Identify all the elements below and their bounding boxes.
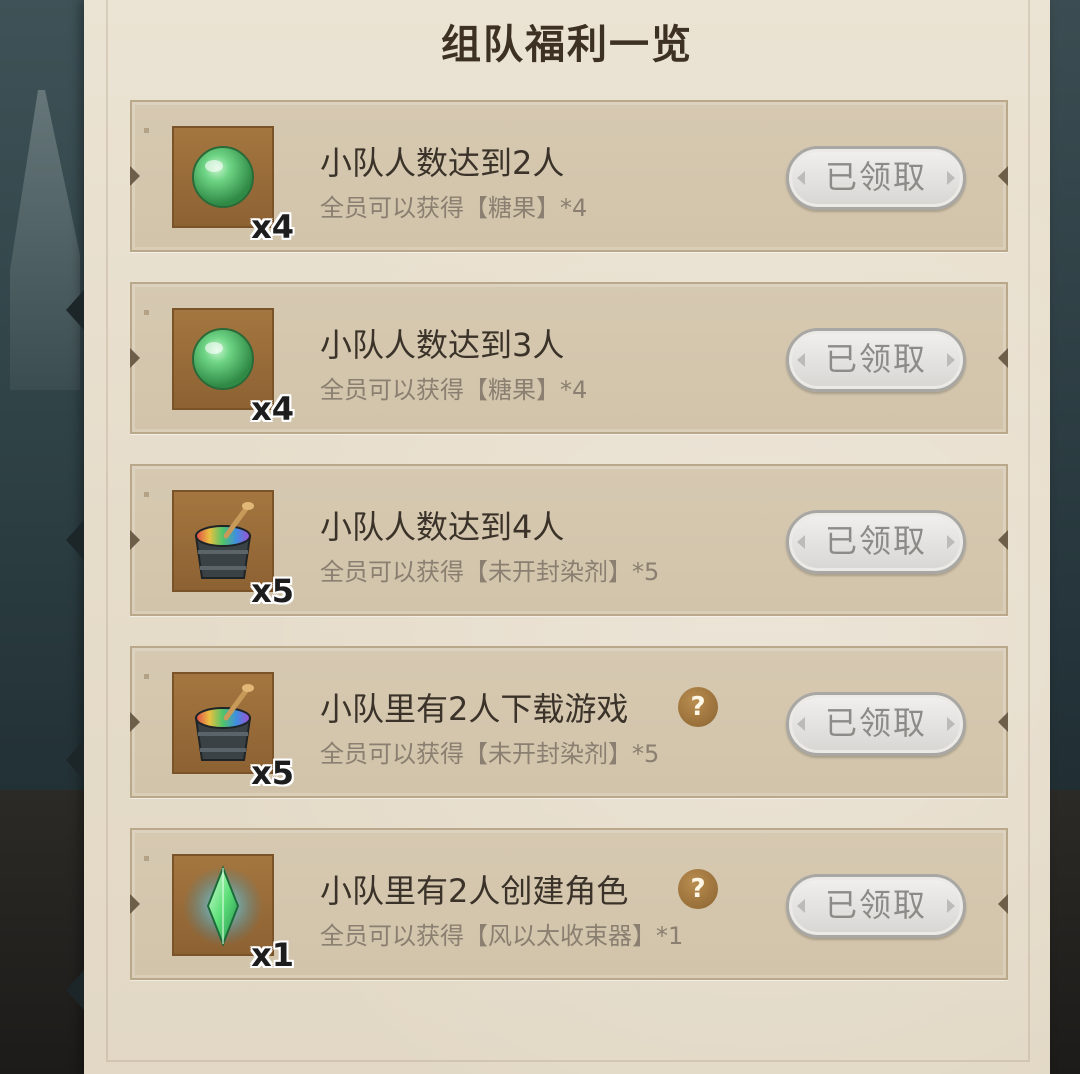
reward-item-slot[interactable]: x4 bbox=[172, 126, 294, 246]
task-description: 全员可以获得【未开封染剂】*5 bbox=[320, 740, 660, 768]
task-title: 小队人数达到4人 bbox=[320, 508, 565, 546]
reward-row: x5 小队里有2人下载游戏 ? 全员可以获得【未开封染剂】*5 已领取 bbox=[130, 646, 1008, 798]
reward-item-slot[interactable]: x5 bbox=[172, 672, 294, 792]
corner-dot bbox=[144, 128, 149, 133]
reward-row: x4 小队人数达到2人 全员可以获得【糖果】*4 已领取 bbox=[130, 100, 1008, 252]
item-quantity: x4 bbox=[251, 208, 294, 246]
item-quantity: x1 bbox=[251, 936, 294, 974]
item-quantity: x4 bbox=[251, 390, 294, 428]
reward-item-slot[interactable]: x5 bbox=[172, 490, 294, 610]
claimed-button[interactable]: 已领取 bbox=[786, 146, 966, 210]
item-quantity: x5 bbox=[251, 754, 294, 792]
corner-dot bbox=[144, 856, 149, 861]
corner-dot bbox=[144, 674, 149, 679]
claimed-button[interactable]: 已领取 bbox=[786, 510, 966, 574]
reward-row: x5 小队人数达到4人 全员可以获得【未开封染剂】*5 已领取 bbox=[130, 464, 1008, 616]
task-title: 小队人数达到2人 bbox=[320, 144, 565, 182]
reward-item-slot[interactable]: x1 bbox=[172, 854, 294, 974]
reward-row: x1 小队里有2人创建角色 ? 全员可以获得【风以太收束器】*1 已领取 bbox=[130, 828, 1008, 980]
task-description: 全员可以获得【糖果】*4 bbox=[320, 194, 588, 222]
reward-row: x4 小队人数达到3人 全员可以获得【糖果】*4 已领取 bbox=[130, 282, 1008, 434]
task-description: 全员可以获得【风以太收束器】*1 bbox=[320, 922, 684, 950]
corner-dot bbox=[144, 310, 149, 315]
ship-mast-silhouette bbox=[10, 90, 80, 390]
claimed-button[interactable]: 已领取 bbox=[786, 328, 966, 392]
claimed-button[interactable]: 已领取 bbox=[786, 874, 966, 938]
task-title: 小队人数达到3人 bbox=[320, 326, 565, 364]
task-description: 全员可以获得【糖果】*4 bbox=[320, 376, 588, 404]
task-title: 小队里有2人下载游戏 bbox=[320, 690, 629, 728]
item-quantity: x5 bbox=[251, 572, 294, 610]
claimed-button[interactable]: 已领取 bbox=[786, 692, 966, 756]
task-description: 全员可以获得【未开封染剂】*5 bbox=[320, 558, 660, 586]
task-title: 小队里有2人创建角色 bbox=[320, 872, 629, 910]
reward-item-slot[interactable]: x4 bbox=[172, 308, 294, 428]
panel-title: 组队福利一览 bbox=[441, 21, 693, 68]
corner-dot bbox=[144, 492, 149, 497]
help-icon[interactable]: ? bbox=[678, 869, 718, 909]
help-icon[interactable]: ? bbox=[678, 687, 718, 727]
